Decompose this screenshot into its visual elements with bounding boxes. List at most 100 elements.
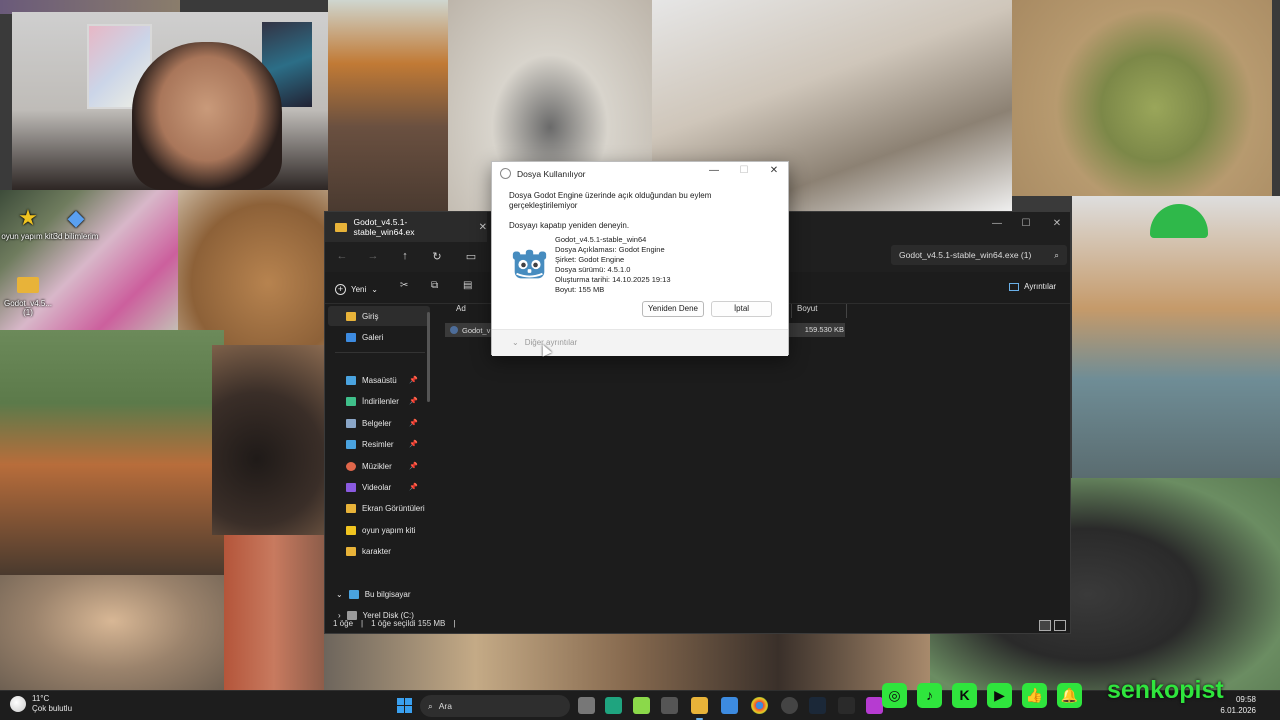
tiles-view-icon[interactable] <box>1054 620 1066 631</box>
sidebar-divider <box>335 352 425 353</box>
chevron-down-icon: ⌄ <box>371 284 378 294</box>
dialog-close-icon[interactable]: ✕ <box>766 165 782 176</box>
refresh-icon[interactable]: ↻ <box>429 250 445 263</box>
explorer-tab[interactable]: Godot_v4.5.1-stable_win64.ex ✕ <box>325 212 487 242</box>
desktop-icon-3d[interactable]: ◆ 3d bilimlerim <box>48 205 104 242</box>
photo-frog <box>1012 0 1272 196</box>
system-clock[interactable]: 09:58 6.01.2026 <box>1220 694 1256 716</box>
streamer-face <box>132 42 282 190</box>
column-header-name[interactable]: Ad <box>456 304 466 318</box>
details-button[interactable]: Ayrıntılar <box>1009 282 1056 291</box>
tab-title: Godot_v4.5.1-stable_win64.ex <box>353 217 415 237</box>
details-view-icon[interactable] <box>1039 620 1051 631</box>
back-arrow-icon[interactable]: ← <box>334 250 350 262</box>
search-input[interactable]: Godot_v4.5.1-stable_win64.exe (1) ⌕ <box>891 245 1067 265</box>
star-shortcut-icon: ★ <box>18 205 38 230</box>
folder-icon <box>346 546 356 556</box>
epic-games-icon[interactable] <box>838 697 855 714</box>
sidebar-item-oyun-yapim-kiti[interactable]: oyun yapım kiti <box>328 520 430 540</box>
wall-art <box>87 24 152 109</box>
bell-icon: 🔔 <box>1057 683 1082 708</box>
documents-icon <box>346 418 356 428</box>
app-gamepad-icon[interactable] <box>661 697 678 714</box>
chrome-icon[interactable] <box>751 697 768 714</box>
new-button[interactable]: + Yeni ⌄ <box>335 281 378 297</box>
app-green-icon[interactable] <box>605 697 622 714</box>
dialog-retry-hint: Dosyayı kapatıp yeniden deneyin. <box>509 221 630 230</box>
pin-icon[interactable]: 📌 <box>409 419 418 427</box>
dialog-message: Dosya Godot Engine üzerinde açık olduğun… <box>509 191 712 210</box>
column-header-size[interactable]: Boyut <box>797 304 817 318</box>
sidebar-scrollbar[interactable] <box>427 312 430 402</box>
pin-icon[interactable]: 📌 <box>409 462 418 470</box>
forward-arrow-icon[interactable]: → <box>365 250 381 262</box>
search-icon: ⌕ <box>428 700 433 711</box>
photo-squirrel <box>0 330 224 575</box>
sidebar-item-videos[interactable]: Videolar 📌 <box>328 477 430 497</box>
up-arrow-icon[interactable]: ↑ <box>397 250 413 262</box>
pin-icon[interactable]: 📌 <box>409 483 418 491</box>
cancel-button[interactable]: İptal <box>711 301 772 317</box>
desktop-icon-godot-folder[interactable]: Godot_v4.5...(1) <box>0 273 56 317</box>
app-circle-icon[interactable] <box>781 697 798 714</box>
retry-button[interactable]: Yeniden Dene <box>642 301 704 317</box>
sidebar-item-gallery[interactable]: Galeri <box>328 327 430 347</box>
sidebar-item-karakter[interactable]: karakter <box>328 541 430 561</box>
app-lime-icon[interactable] <box>633 697 650 714</box>
weather-widget[interactable]: 11°C Çok bulutlu <box>10 694 72 714</box>
streamer-brand-text: senkopist <box>1107 676 1224 704</box>
sidebar-item-documents[interactable]: Belgeler 📌 <box>328 413 430 433</box>
sidebar-item-music[interactable]: Müzikler 📌 <box>328 456 430 476</box>
cloud-icon <box>10 696 26 712</box>
pin-icon[interactable]: 📌 <box>409 376 418 384</box>
file-version-line: Dosya sürümü: 4.5.1.0 <box>555 265 631 274</box>
this-pc-icon[interactable]: ▭ <box>463 250 479 263</box>
column-divider[interactable] <box>791 304 792 318</box>
task-view-icon[interactable] <box>578 697 595 714</box>
pin-icon[interactable]: 📌 <box>409 440 418 448</box>
green-hat <box>1150 204 1208 238</box>
instagram-icon: ◎ <box>882 683 907 708</box>
photo-bottom-strip <box>324 632 930 690</box>
chevron-down-icon[interactable]: ⌄ <box>336 590 343 599</box>
photo-animal-orange <box>328 0 448 212</box>
sidebar-item-pictures[interactable]: Resimler 📌 <box>328 434 430 454</box>
paint-3d-icon: ◆ <box>67 205 85 230</box>
company-line: Şirket: Godot Engine <box>555 255 625 264</box>
dialog-minimize-icon[interactable]: — <box>706 165 722 176</box>
start-button[interactable] <box>397 698 412 713</box>
desktop-icon <box>346 375 356 385</box>
social-icons: ◎ ♪ K ▶ 👍 🔔 <box>882 683 1082 708</box>
copy-icon[interactable]: ⧉ <box>431 280 438 291</box>
sidebar-item-screenshots[interactable]: Ekran Görüntüleri <box>328 498 430 518</box>
maximize-icon[interactable]: ☐ <box>1016 218 1036 229</box>
file-description-line: Dosya Açıklaması: Godot Engine <box>555 245 665 254</box>
steam-icon[interactable] <box>809 697 826 714</box>
sidebar-item-desktop[interactable]: Masaüstü 📌 <box>328 370 430 390</box>
taskbar-search[interactable]: ⌕ Ara <box>420 695 570 717</box>
app-purple-icon[interactable] <box>866 697 883 714</box>
music-icon <box>346 461 356 471</box>
cut-icon[interactable]: ✂ <box>400 280 408 291</box>
tab-close-icon[interactable]: ✕ <box>479 222 487 233</box>
store-icon[interactable] <box>721 697 738 714</box>
sidebar-item-this-pc[interactable]: ⌄ Bu bilgisayar <box>328 584 430 604</box>
sidebar-item-home[interactable]: Giriş <box>328 306 430 326</box>
navigation-pane: Giriş Galeri Masaüstü 📌 İndirilenler 📌 B… <box>325 306 433 620</box>
file-explorer-taskbar-icon[interactable] <box>691 697 708 720</box>
sidebar-item-downloads[interactable]: İndirilenler 📌 <box>328 391 430 411</box>
videos-icon <box>346 482 356 492</box>
youtube-icon: ▶ <box>987 683 1012 708</box>
column-divider[interactable] <box>846 304 847 318</box>
folder-icon <box>346 503 356 513</box>
gallery-icon <box>346 332 356 342</box>
close-icon[interactable]: ✕ <box>1047 218 1067 229</box>
file-info-block: Godot_v4.5.1-stable_win64 Dosya Açıklama… <box>555 235 671 295</box>
minimize-icon[interactable]: — <box>987 218 1007 229</box>
search-icon: ⌕ <box>1054 249 1059 260</box>
paste-icon[interactable]: ▤ <box>463 280 472 291</box>
file-size: 159.530 KB <box>804 325 844 334</box>
photo-monkey <box>0 575 224 690</box>
taskbar: 11°C Çok bulutlu ⌕ Ara ◎ ♪ K ▶ 👍 🔔 09:58… <box>0 683 1280 720</box>
pin-icon[interactable]: 📌 <box>409 397 418 405</box>
